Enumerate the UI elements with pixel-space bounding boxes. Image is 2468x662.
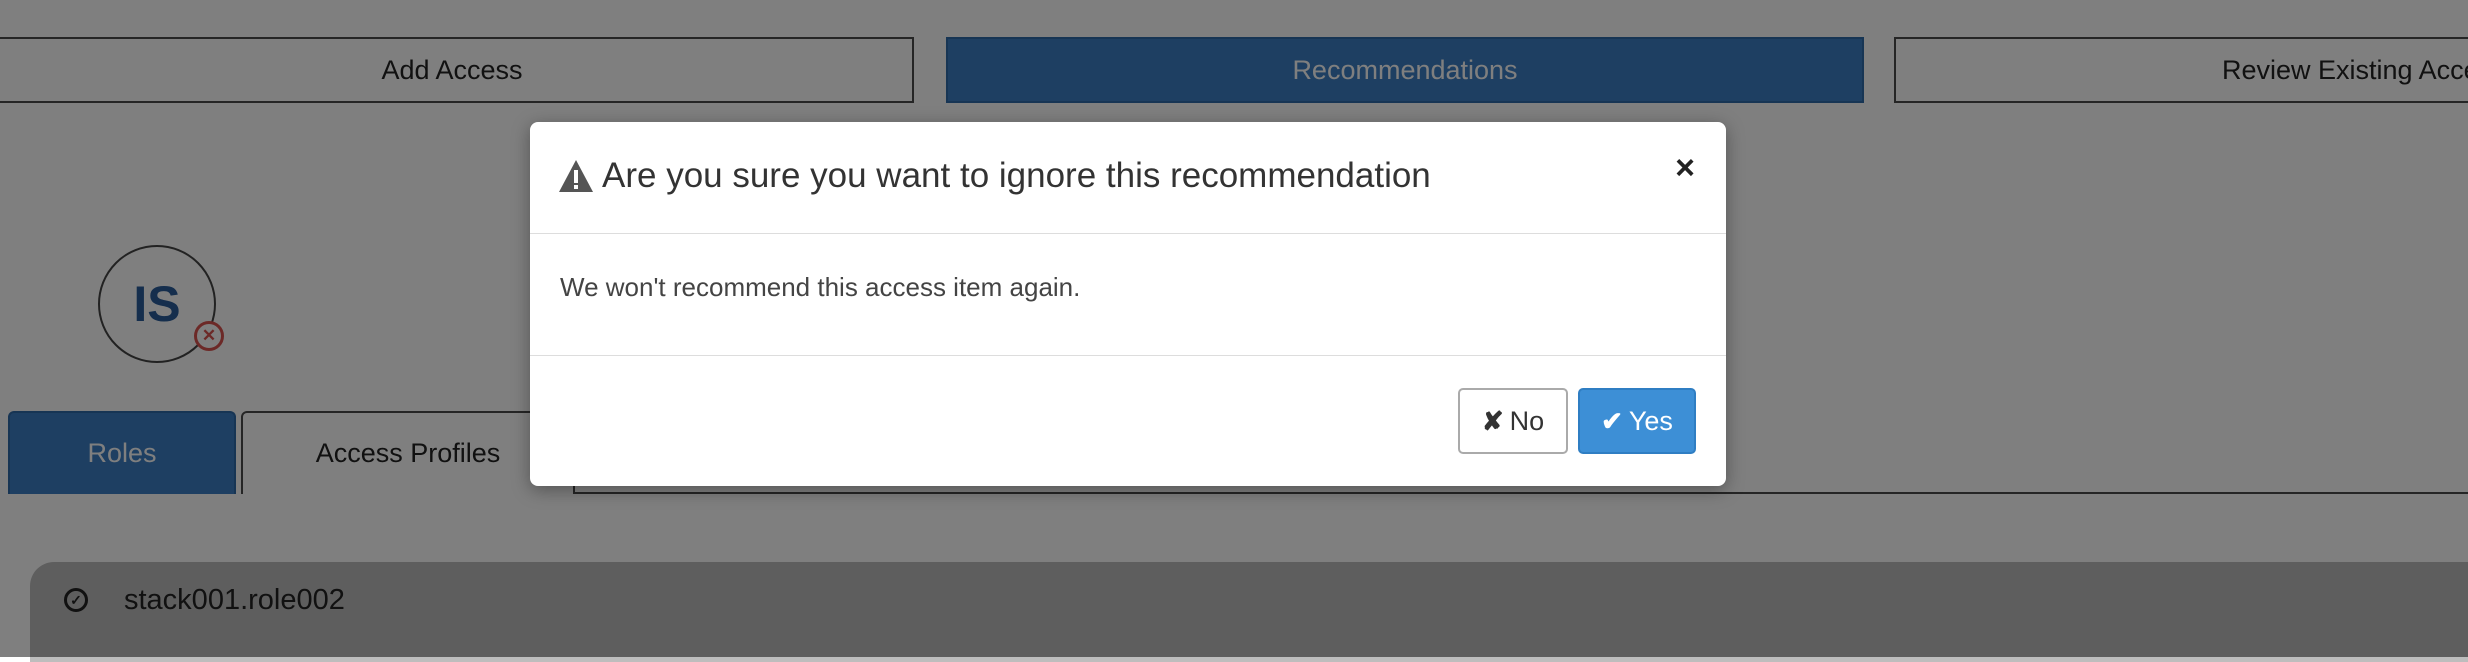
dialog-body: We won't recommend this access item agai…: [530, 234, 1726, 356]
warning-icon: [559, 160, 593, 192]
dialog-title: Are you sure you want to ignore this rec…: [602, 156, 1431, 195]
no-button-label: No: [1509, 405, 1545, 436]
check-mark-icon: ✔: [1601, 405, 1623, 436]
x-mark-icon: ✘: [1481, 405, 1504, 436]
page: Add Access Recommendations Review Existi…: [0, 0, 2468, 662]
no-button[interactable]: ✘ No: [1458, 388, 1568, 454]
yes-button[interactable]: ✔ Yes: [1578, 388, 1696, 454]
dialog-message: We won't recommend this access item agai…: [560, 272, 1081, 302]
confirm-dialog: Are you sure you want to ignore this rec…: [530, 122, 1726, 486]
dialog-header: Are you sure you want to ignore this rec…: [530, 122, 1726, 234]
yes-button-label: Yes: [1628, 405, 1673, 436]
close-icon[interactable]: ×: [1670, 149, 1700, 187]
